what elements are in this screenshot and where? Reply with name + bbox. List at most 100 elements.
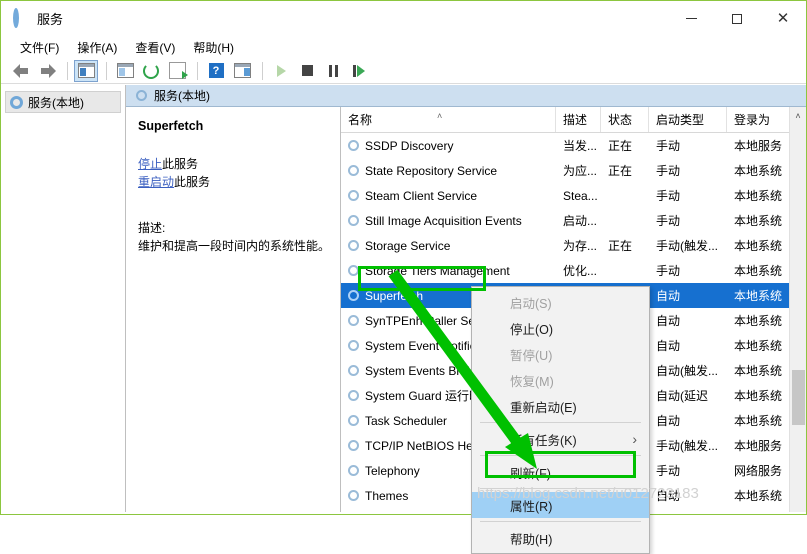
context-start: 启动(S) — [510, 296, 552, 311]
stop-link-suffix: 此服务 — [162, 157, 199, 171]
services-gear-icon — [348, 215, 359, 226]
context-restart[interactable]: 重新启动(E) — [472, 393, 649, 419]
service-name-text: Superfetch — [365, 288, 424, 303]
context-resume: 恢复(M) — [510, 374, 554, 389]
context-properties[interactable]: 属性(R) — [472, 492, 649, 518]
stop-service-link[interactable]: 停止此服务 — [138, 155, 330, 173]
menu-bar: 文件(F) 操作(A) 查看(V) 帮助(H) — [1, 36, 806, 58]
restart-link-suffix: 此服务 — [174, 175, 211, 189]
service-name-text: SSDP Discovery — [365, 138, 454, 153]
maximize-button[interactable] — [714, 1, 760, 36]
console-tree-pane: 服务(本地) — [1, 85, 126, 514]
restart-service-link[interactable]: 重启动此服务 — [138, 173, 330, 191]
cell-status: 正在 — [608, 139, 633, 153]
cell-service-name: Storage Service — [341, 239, 556, 253]
show-action-pane-button[interactable] — [230, 60, 254, 82]
table-row[interactable]: Still Image Acquisition Events 启动... 手动 本地系… — [341, 208, 806, 233]
description-label: 描述: — [138, 221, 166, 235]
back-button[interactable] — [9, 60, 33, 82]
cell-description: 为存... — [563, 239, 598, 253]
refresh-button[interactable] — [139, 60, 163, 82]
new-window-button[interactable] — [113, 60, 137, 82]
services-gear-icon — [348, 165, 359, 176]
services-gear-icon — [348, 490, 359, 501]
menu-file[interactable]: 文件(F) — [11, 37, 68, 58]
tree-item-services-local[interactable]: 服务(本地) — [5, 91, 121, 113]
minimize-button[interactable] — [668, 1, 714, 36]
services-gear-icon — [348, 440, 359, 451]
forward-button[interactable] — [35, 60, 59, 82]
cell-startup-type: 手动 — [656, 139, 681, 153]
new-window-icon — [116, 63, 134, 78]
toolbar-separator-4 — [262, 61, 263, 80]
services-gear-icon — [348, 140, 359, 151]
cell-description: 为应... — [563, 164, 598, 178]
table-row[interactable]: Storage Tiers Management 优化... 手动 本地系统 — [341, 258, 806, 283]
services-gear-icon — [348, 265, 359, 276]
context-all-tasks[interactable]: 所有任务(K) — [472, 426, 649, 452]
help-button[interactable]: ? — [204, 60, 228, 82]
cell-startup-type: 自动 — [656, 489, 681, 503]
export-list-icon — [168, 62, 188, 79]
column-startup-type[interactable]: 启动类型 — [649, 107, 727, 132]
restart-service-button[interactable] — [347, 60, 371, 82]
scroll-up-button[interactable]: ˄ — [790, 107, 806, 124]
menu-help[interactable]: 帮助(H) — [184, 37, 243, 58]
close-button[interactable]: ✕ — [760, 1, 806, 36]
cell-startup-type: 手动 — [656, 264, 681, 278]
scrollbar-thumb[interactable] — [792, 370, 805, 425]
services-gear-icon — [10, 95, 23, 109]
cell-service-name: Storage Tiers Management — [341, 264, 556, 278]
table-row[interactable]: Steam Client Service Stea... 手动 本地系统 — [341, 183, 806, 208]
cell-service-name: State Repository Service — [341, 164, 556, 178]
window-controls: ✕ — [668, 1, 806, 36]
context-menu-separator — [480, 521, 641, 522]
service-name-text: Storage Tiers Management — [365, 263, 510, 278]
context-refresh[interactable]: 刷新(F) — [472, 459, 649, 485]
show-hide-tree-button[interactable] — [74, 59, 98, 82]
start-service-button[interactable] — [269, 60, 293, 82]
context-stop[interactable]: 停止(O) — [472, 315, 649, 341]
pane-header: 服务(本地) — [126, 85, 806, 107]
services-gear-icon — [348, 240, 359, 251]
cell-service-name: SSDP Discovery — [341, 139, 556, 153]
play-icon — [276, 64, 286, 77]
services-gear-icon — [348, 365, 359, 376]
column-description[interactable]: 描述 — [556, 107, 601, 132]
pause-service-button[interactable] — [321, 60, 345, 82]
table-row[interactable]: SSDP Discovery 当发... 正在 手动 本地服务 — [341, 133, 806, 158]
services-gear-icon — [348, 290, 359, 301]
export-list-button[interactable] — [165, 60, 189, 82]
cell-startup-type: 手动(触发... — [656, 439, 718, 453]
results-pane: 服务(本地) Superfetch 停止此服务 重启动此服务 描述: 维护和提高… — [126, 85, 806, 514]
action-pane-icon — [233, 63, 251, 78]
service-name-text: State Repository Service — [365, 163, 498, 178]
context-pause: 暂停(U) — [510, 348, 553, 363]
cell-startup-type: 自动 — [656, 414, 681, 428]
toolbar-separator-2 — [106, 61, 107, 80]
table-row[interactable]: Storage Service 为存... 正在 手动(触发... 本地系统 — [341, 233, 806, 258]
help-question-icon: ? — [208, 63, 224, 78]
stop-link-text: 停止 — [138, 157, 163, 171]
context-help[interactable]: 帮助(H) — [472, 525, 649, 551]
column-status[interactable]: 状态 — [601, 107, 649, 132]
vertical-scrollbar[interactable]: ˄ — [789, 107, 806, 513]
cell-service-name: Steam Client Service — [341, 189, 556, 203]
table-row[interactable]: State Repository Service 为应... 正在 手动 本地系统 — [341, 158, 806, 183]
status-bar — [1, 512, 806, 514]
cell-description: Stea... — [563, 188, 598, 203]
list-header: 名称 ˄ 描述 状态 启动类型 登录为 — [341, 107, 806, 133]
cell-description: 优化... — [563, 264, 598, 278]
service-details-pane: Superfetch 停止此服务 重启动此服务 描述: 维护和提高一段时间内的系… — [126, 107, 341, 513]
menu-action[interactable]: 操作(A) — [68, 37, 126, 58]
services-window: 服务 ✕ 文件(F) 操作(A) 查看(V) 帮助(H) ? 服务(本地) 服务… — [0, 0, 807, 554]
toolbar: ? — [1, 58, 806, 84]
title-bar: 服务 ✕ — [1, 1, 806, 36]
restart-icon — [352, 64, 366, 77]
stop-service-button[interactable] — [295, 60, 319, 82]
cell-status: 正在 — [608, 164, 633, 178]
context-menu-separator — [480, 422, 641, 423]
menu-view[interactable]: 查看(V) — [126, 37, 184, 58]
column-name[interactable]: 名称 ˄ — [341, 107, 556, 132]
console-tree-icon — [77, 63, 95, 78]
